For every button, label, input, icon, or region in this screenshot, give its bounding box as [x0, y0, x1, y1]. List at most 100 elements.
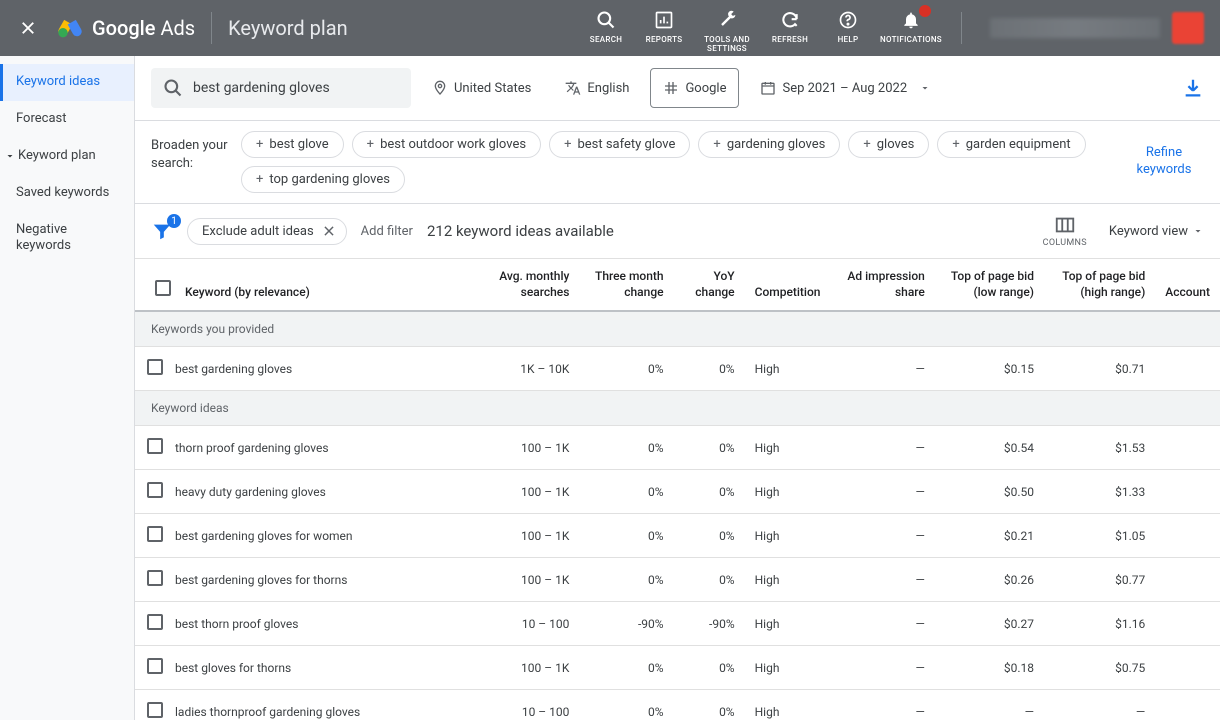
table-row[interactable]: best gardening gloves1K – 10K0%0%High—$0…: [135, 347, 1220, 391]
th-impression-share[interactable]: Ad impression share: [830, 259, 934, 311]
th-keyword[interactable]: Keyword (by relevance): [175, 259, 475, 311]
account-area[interactable]: [990, 12, 1204, 44]
cell-competition: High: [745, 426, 831, 470]
google-ads-logo: Google Ads: [56, 14, 195, 42]
th-high-bid[interactable]: Top of page bid (high range): [1044, 259, 1155, 311]
row-checkbox[interactable]: [147, 359, 163, 375]
cell-high-bid: $1.53: [1044, 426, 1155, 470]
sidebar-item-saved-keywords[interactable]: Saved keywords: [0, 175, 134, 212]
sidebar-item-label: Keyword plan: [18, 148, 96, 165]
table-row[interactable]: best gardening gloves for women100 – 1K0…: [135, 514, 1220, 558]
broaden-label: Broaden your search:: [151, 131, 241, 173]
broaden-chip[interactable]: +garden equipment: [937, 131, 1085, 158]
cell-low-bid: $0.21: [935, 514, 1044, 558]
table-row[interactable]: best gardening gloves for thorns100 – 1K…: [135, 558, 1220, 602]
keyword-search-input[interactable]: [193, 80, 399, 96]
cell-low-bid: $0.50: [935, 470, 1044, 514]
refresh-icon: [780, 10, 800, 30]
chip-label: top gardening gloves: [269, 172, 390, 187]
chip-label: gloves: [877, 137, 915, 152]
columns-button[interactable]: COLUMNS: [1043, 214, 1087, 248]
broaden-chip[interactable]: +best glove: [241, 131, 344, 158]
select-all-checkbox[interactable]: [155, 280, 171, 296]
refine-keywords-link[interactable]: Refine keywords: [1124, 145, 1204, 179]
language-value: English: [587, 81, 629, 96]
cell-keyword: heavy duty gardening gloves: [175, 470, 475, 514]
cell-keyword: ladies thornproof gardening gloves: [175, 690, 475, 720]
th-three-month[interactable]: Three month change: [579, 259, 673, 311]
location-selector[interactable]: United States: [419, 68, 544, 108]
calendar-icon: [760, 80, 776, 96]
cell-high-bid: $0.77: [1044, 558, 1155, 602]
cell-account: [1155, 426, 1220, 470]
cell-keyword: best gardening gloves for women: [175, 514, 475, 558]
cell-high-bid: $0.71: [1044, 347, 1155, 391]
table-section-header: Keywords you provided: [135, 311, 1220, 347]
caret-down-icon: [919, 82, 931, 94]
tool-notifications[interactable]: NOTIFICATIONS: [877, 2, 945, 45]
tool-refresh[interactable]: REFRESH: [761, 2, 819, 45]
cell-avg: 100 – 1K: [475, 558, 579, 602]
row-checkbox[interactable]: [147, 702, 163, 718]
broaden-chip[interactable]: +best outdoor work gloves: [352, 131, 541, 158]
download-button[interactable]: [1182, 77, 1204, 99]
th-competition[interactable]: Competition: [745, 259, 831, 311]
plus-icon: +: [564, 137, 571, 152]
broaden-chip[interactable]: +top gardening gloves: [241, 166, 405, 193]
table-row[interactable]: thorn proof gardening gloves100 – 1K0%0%…: [135, 426, 1220, 470]
close-button[interactable]: [8, 8, 48, 48]
cell-avg: 100 – 1K: [475, 646, 579, 690]
th-avg-searches[interactable]: Avg. monthly searches: [475, 259, 579, 311]
cell-avg: 1K – 10K: [475, 347, 579, 391]
add-filter-button[interactable]: Add filter: [361, 224, 413, 239]
cell-low-bid: $0.18: [935, 646, 1044, 690]
sidebar-item-keyword-ideas[interactable]: Keyword ideas: [0, 64, 134, 101]
th-account[interactable]: Account: [1155, 259, 1220, 311]
tool-search[interactable]: SEARCH: [577, 2, 635, 45]
cell-yoy: 0%: [674, 690, 745, 720]
row-checkbox[interactable]: [147, 526, 163, 542]
view-selector[interactable]: Keyword view: [1109, 224, 1204, 239]
row-checkbox[interactable]: [147, 438, 163, 454]
cell-low-bid: —: [935, 690, 1044, 720]
keyword-search-box[interactable]: [151, 68, 411, 108]
tool-settings[interactable]: TOOLS AND SETTINGS: [693, 2, 761, 54]
tool-help[interactable]: HELP: [819, 2, 877, 45]
broaden-chip[interactable]: +best safety glove: [549, 131, 690, 158]
table-row[interactable]: ladies thornproof gardening gloves10 – 1…: [135, 690, 1220, 720]
close-icon: [19, 19, 37, 37]
date-range-selector[interactable]: Sep 2021 – Aug 2022: [747, 68, 944, 108]
plus-icon: +: [713, 137, 720, 152]
cell-impression: —: [830, 602, 934, 646]
cell-avg: 100 – 1K: [475, 426, 579, 470]
close-icon[interactable]: [322, 224, 336, 238]
table-row[interactable]: heavy duty gardening gloves100 – 1K0%0%H…: [135, 470, 1220, 514]
columns-icon: [1054, 214, 1076, 236]
sidebar-item-negative-keywords[interactable]: Negative keywords: [0, 212, 134, 266]
th-yoy[interactable]: YoY change: [674, 259, 745, 311]
broaden-chip[interactable]: +gardening gloves: [698, 131, 840, 158]
language-selector[interactable]: English: [552, 68, 642, 108]
filter-chip-exclude-adult[interactable]: Exclude adult ideas: [187, 218, 347, 245]
row-checkbox[interactable]: [147, 482, 163, 498]
avatar[interactable]: [1172, 12, 1204, 44]
cell-avg: 100 – 1K: [475, 470, 579, 514]
results-table-wrap[interactable]: Keyword (by relevance) Avg. monthly sear…: [135, 259, 1220, 720]
row-checkbox[interactable]: [147, 570, 163, 586]
sidebar-item-forecast[interactable]: Forecast: [0, 101, 134, 138]
cell-high-bid: $1.33: [1044, 470, 1155, 514]
cell-impression: —: [830, 470, 934, 514]
table-row[interactable]: best gloves for thorns100 – 1K0%0%High—$…: [135, 646, 1220, 690]
cell-keyword: best thorn proof gloves: [175, 602, 475, 646]
network-selector[interactable]: Google: [650, 68, 739, 108]
tool-reports[interactable]: REPORTS: [635, 2, 693, 45]
sidebar-item-keyword-plan[interactable]: Keyword plan: [0, 138, 134, 175]
notification-dot: [919, 5, 931, 17]
table-row[interactable]: best thorn proof gloves10 – 100-90%-90%H…: [135, 602, 1220, 646]
th-low-bid[interactable]: Top of page bid (low range): [935, 259, 1044, 311]
row-checkbox[interactable]: [147, 658, 163, 674]
ideas-count-text: 212 keyword ideas available: [427, 222, 614, 240]
row-checkbox[interactable]: [147, 614, 163, 630]
filter-button[interactable]: 1: [151, 220, 173, 242]
broaden-chip[interactable]: +gloves: [848, 131, 929, 158]
